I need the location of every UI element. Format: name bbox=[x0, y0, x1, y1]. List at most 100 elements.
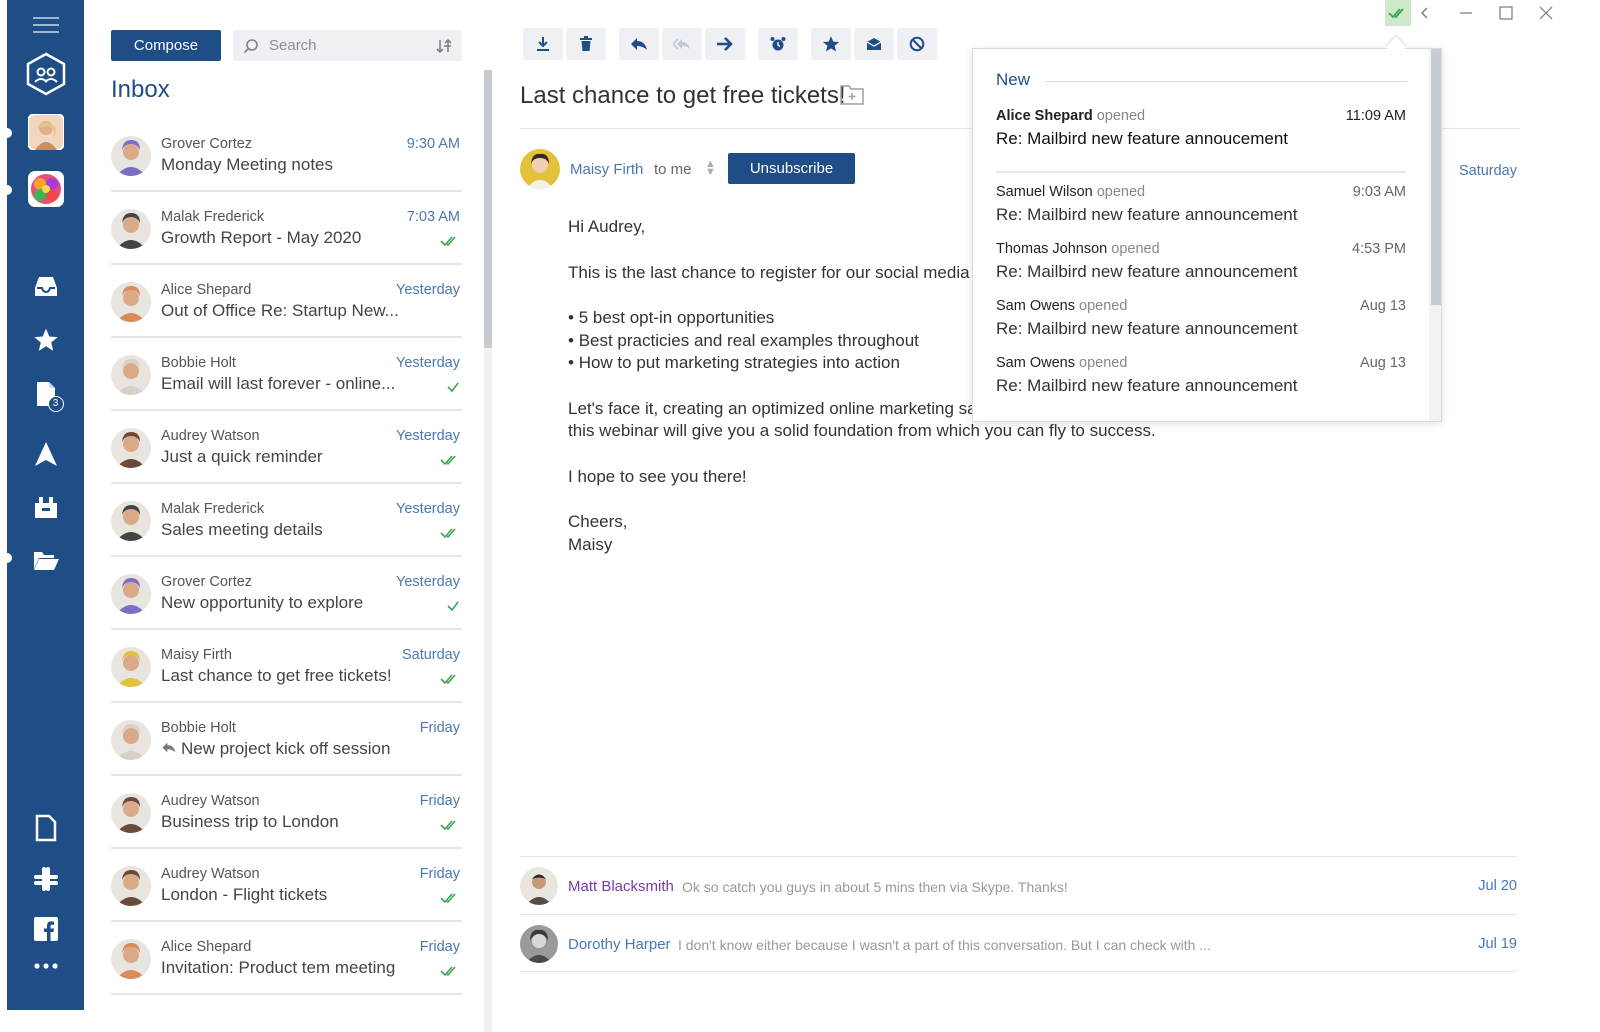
sender-avatar bbox=[111, 574, 151, 614]
mark-read-button[interactable] bbox=[854, 28, 894, 60]
message-list-item[interactable]: Grover Cortez Monday Meeting notes 9:30 AM bbox=[111, 119, 462, 192]
sort-filter-icon[interactable] bbox=[436, 38, 452, 54]
sender-name: Malak Frederick bbox=[161, 209, 265, 225]
unsubscribe-button[interactable]: Unsubscribe bbox=[728, 153, 855, 184]
message-list-item[interactable]: Alice Shepard Out of Office Re: Startup N… bbox=[111, 265, 462, 338]
tracking-subject: Re: Mailbird new feature announcement bbox=[996, 205, 1298, 224]
starred-icon[interactable] bbox=[33, 327, 59, 353]
back-button[interactable] bbox=[1418, 0, 1432, 26]
drafts-count-badge: 3 bbox=[47, 396, 64, 412]
sent-icon[interactable] bbox=[34, 441, 58, 467]
message-list-item[interactable]: Audrey Watson Just a quick reminder Yester… bbox=[111, 411, 462, 484]
download-button[interactable] bbox=[523, 28, 563, 60]
popup-scrollbar[interactable] bbox=[1429, 49, 1441, 421]
message-list-item[interactable]: Bobbie Holt Email will last forever - onl… bbox=[111, 338, 462, 411]
maximize-button[interactable] bbox=[1498, 0, 1514, 26]
sender-avatar[interactable] bbox=[520, 149, 560, 189]
thread-item[interactable]: Matt Blacksmith Ok so catch you guys in … bbox=[520, 856, 1517, 914]
facebook-icon[interactable] bbox=[33, 917, 58, 941]
inbox-icon[interactable] bbox=[33, 274, 59, 298]
trash-icon bbox=[580, 36, 592, 51]
message-list-item[interactable]: Malak Frederick Growth Report - May 2020 7… bbox=[111, 192, 462, 265]
compose-button[interactable]: Compose bbox=[111, 30, 221, 61]
close-button[interactable] bbox=[1538, 0, 1554, 26]
search-icon bbox=[243, 38, 258, 53]
thread-sender: Dorothy Harper bbox=[568, 936, 671, 953]
message-list-item[interactable]: Malak Frederick Sales meeting details Yest… bbox=[111, 484, 462, 557]
subject-text: Sales meeting details bbox=[161, 520, 323, 539]
block-icon bbox=[909, 36, 925, 52]
sender-name: Grover Cortez bbox=[161, 136, 253, 152]
subject-line: New opportunity to explore bbox=[161, 593, 401, 613]
minimize-icon bbox=[1460, 12, 1472, 14]
reply-button[interactable] bbox=[619, 28, 659, 60]
popup-scrollbar-thumb[interactable] bbox=[1431, 49, 1441, 305]
message-list-item[interactable]: Grover Cortez New opportunity to explore Y… bbox=[111, 557, 462, 630]
tracking-item[interactable]: Sam Owens opened Aug 13 Re: Mailbird new… bbox=[996, 355, 1406, 396]
message-list-item[interactable]: Maisy Firth Last chance to get free ticke… bbox=[111, 630, 462, 703]
archive-icon[interactable] bbox=[33, 495, 59, 519]
sender-avatar bbox=[111, 939, 151, 979]
thread-date: Jul 19 bbox=[1478, 936, 1517, 952]
list-scrollbar-thumb[interactable] bbox=[484, 70, 492, 348]
tracking-subject: Re: Mailbird new feature annoucement bbox=[996, 129, 1288, 148]
message-list-item[interactable]: Audrey Watson London - Flight tickets Frid… bbox=[111, 849, 462, 922]
folders-icon[interactable] bbox=[32, 548, 60, 572]
sender-avatar bbox=[111, 136, 151, 176]
subject-text: Out of Office Re: Startup New... bbox=[161, 301, 399, 320]
email-tracking-button[interactable] bbox=[1385, 0, 1411, 26]
received-time: 9:30 AM bbox=[406, 136, 460, 152]
star-icon bbox=[822, 36, 840, 52]
subject-line: New project kick off session bbox=[161, 739, 401, 759]
tracking-action: opened bbox=[1096, 184, 1146, 200]
list-scrollbar[interactable] bbox=[484, 70, 492, 1032]
star-button[interactable] bbox=[811, 28, 851, 60]
slack-icon[interactable] bbox=[33, 866, 59, 892]
subject-text: Monday Meeting notes bbox=[161, 155, 333, 174]
message-list-item[interactable]: Alice Shepard Invitation: Product tem mee… bbox=[111, 922, 462, 995]
tracking-action: opened bbox=[1079, 355, 1128, 371]
received-time: Saturday bbox=[401, 647, 460, 663]
reply-all-button[interactable] bbox=[662, 28, 702, 60]
thread-item[interactable]: Dorothy Harper I don't know either becau… bbox=[520, 914, 1517, 972]
double-check-icon bbox=[440, 964, 460, 982]
document-icon[interactable] bbox=[35, 814, 57, 842]
tracking-recipient: Thomas Johnson bbox=[996, 241, 1108, 257]
move-to-folder-icon[interactable] bbox=[840, 83, 864, 110]
subject-line: Just a quick reminder bbox=[161, 447, 401, 467]
sender-name: Maisy Firth bbox=[161, 647, 232, 663]
account-user-avatar[interactable] bbox=[27, 114, 64, 150]
sender-name[interactable]: Maisy Firth bbox=[570, 161, 643, 178]
message-list-item[interactable]: Bobbie Holt New project kick off session F… bbox=[111, 703, 462, 776]
tracking-subject: Re: Mailbird new feature announcement bbox=[996, 319, 1298, 338]
message-toolbar bbox=[523, 28, 940, 60]
block-button[interactable] bbox=[897, 28, 937, 60]
delete-button[interactable] bbox=[566, 28, 606, 60]
snooze-button[interactable] bbox=[758, 28, 798, 60]
tracking-item[interactable]: Sam Owens opened Aug 13 Re: Mailbird new… bbox=[996, 298, 1406, 339]
tracking-item[interactable]: Samuel Wilson opened 9:03 AM Re: Mailbir… bbox=[996, 184, 1406, 225]
unified-inbox-icon[interactable] bbox=[25, 52, 67, 96]
more-apps-icon[interactable] bbox=[33, 962, 59, 970]
tracking-subject: Re: Mailbird new feature announcement bbox=[996, 262, 1298, 281]
subject-line: Business trip to London bbox=[161, 812, 401, 832]
thread-snippet: Ok so catch you guys in about 5 mins the… bbox=[682, 879, 1068, 895]
tracking-item[interactable]: Alice Shepard opened 11:09 AM Re: Mailbi… bbox=[996, 108, 1406, 149]
subject-text: New opportunity to explore bbox=[161, 593, 364, 612]
app-sidebar: 3 bbox=[2, 0, 84, 1010]
message-list-item[interactable]: Audrey Watson Business trip to London Frid… bbox=[111, 776, 462, 849]
search-input[interactable]: Search bbox=[233, 30, 462, 61]
maximize-icon bbox=[1499, 6, 1513, 20]
recipients-expand-icon[interactable]: ▲ ▼ bbox=[705, 159, 716, 178]
hamburger-menu-icon[interactable] bbox=[32, 16, 59, 34]
check-icon bbox=[446, 599, 460, 617]
closing-text: I hope to see you there! bbox=[568, 466, 747, 486]
bullet-item: • 5 best opt-in opportunities bbox=[568, 308, 775, 327]
sender-avatar bbox=[111, 866, 151, 906]
drafts-icon[interactable]: 3 bbox=[34, 380, 64, 412]
minimize-button[interactable] bbox=[1458, 0, 1474, 26]
forward-button[interactable] bbox=[705, 28, 745, 60]
tracking-item[interactable]: Thomas Johnson opened 4:53 PM Re: Mailbi… bbox=[996, 241, 1406, 282]
account-colorful-avatar[interactable] bbox=[27, 171, 64, 207]
thread-avatar bbox=[520, 925, 558, 963]
